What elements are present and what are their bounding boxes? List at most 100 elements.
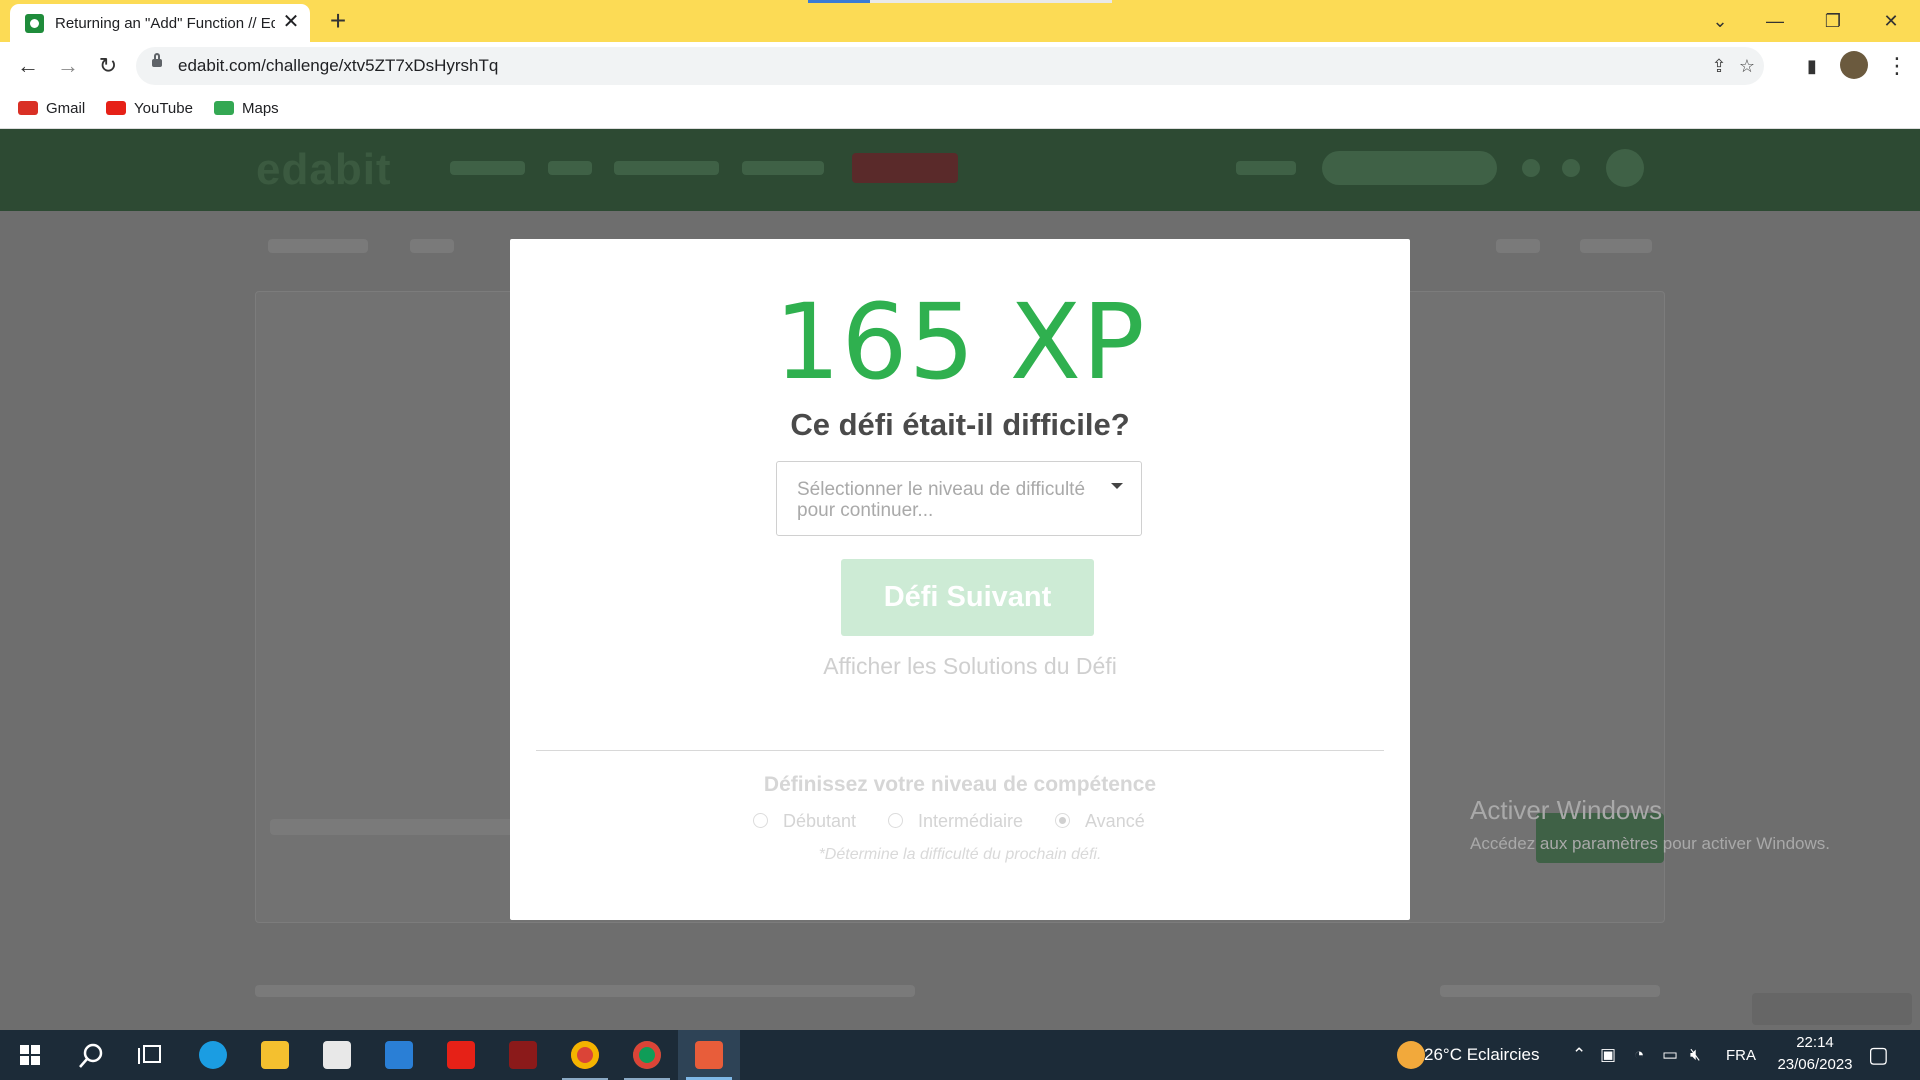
challenge-complete-modal: 165 XP Ce défi était-il difficile? Sélec… bbox=[510, 239, 1410, 920]
bookmark-maps[interactable]: Maps bbox=[214, 96, 279, 122]
bookmark-label: Gmail bbox=[46, 100, 86, 117]
bookmarks-bar: Gmail YouTube Maps bbox=[0, 90, 1920, 129]
url-text[interactable]: edabit.com/challenge/xtv5ZT7xDsHyrshTq bbox=[178, 56, 498, 76]
edge-icon bbox=[199, 1041, 227, 1069]
weather-partly-cloudy-icon bbox=[1397, 1041, 1425, 1069]
new-tab-button[interactable]: + bbox=[323, 6, 353, 36]
youtube-icon bbox=[106, 101, 126, 115]
forward-arrow-icon[interactable]: → bbox=[52, 50, 84, 82]
chrome-icon bbox=[633, 1041, 661, 1069]
footer-placeholder bbox=[1440, 985, 1660, 997]
task-view-button[interactable] bbox=[120, 1030, 182, 1080]
icon-placeholder bbox=[1522, 159, 1540, 177]
taskbar-store[interactable] bbox=[306, 1030, 368, 1080]
avatar-placeholder bbox=[1606, 149, 1644, 187]
bookmark-label: YouTube bbox=[134, 100, 193, 117]
battery-icon[interactable]: ▭ bbox=[1662, 1045, 1678, 1065]
xp-earned: 165 XP bbox=[774, 281, 1146, 403]
taskbar-app[interactable] bbox=[492, 1030, 554, 1080]
next-challenge-button[interactable]: Défi Suivant bbox=[841, 559, 1094, 636]
restore-icon[interactable]: ❐ bbox=[1818, 6, 1848, 36]
windows-taskbar: 26°C Eclaircies ⌃ ▣ ◔ ▭ 🔇︎ FRA 22:14 23/… bbox=[0, 1030, 1920, 1080]
search-icon bbox=[79, 1043, 103, 1068]
language-indicator[interactable]: FRA bbox=[1726, 1047, 1756, 1064]
minimize-icon[interactable]: — bbox=[1760, 6, 1790, 36]
windows-activation-watermark: Activer Windows Accédez aux paramètres p… bbox=[1470, 795, 1830, 854]
start-button[interactable] bbox=[0, 1030, 62, 1080]
lock-icon bbox=[152, 53, 162, 67]
chrome-icon bbox=[571, 1041, 599, 1069]
clock-date[interactable]: 23/06/2023 bbox=[1766, 1056, 1864, 1073]
taskbar-active-app[interactable] bbox=[678, 1030, 740, 1080]
taskbar-chrome[interactable] bbox=[554, 1030, 616, 1080]
profile-avatar[interactable] bbox=[1840, 51, 1868, 79]
footer-placeholder bbox=[1752, 993, 1912, 1025]
footer-placeholder bbox=[255, 985, 915, 997]
folder-icon bbox=[261, 1041, 289, 1069]
nav-placeholder bbox=[614, 161, 719, 175]
app-icon bbox=[509, 1041, 537, 1069]
tab-title: Returning an "Add" Function // Edabit bbox=[55, 15, 275, 32]
back-arrow-icon[interactable]: ← bbox=[12, 50, 44, 82]
maps-icon bbox=[214, 101, 234, 115]
tab-strip-indicator bbox=[808, 0, 1112, 3]
level-label: Débutant bbox=[783, 811, 857, 831]
share-icon[interactable]: ⇪ bbox=[1706, 53, 1732, 79]
nav-placeholder bbox=[742, 161, 824, 175]
task-view-icon bbox=[138, 1045, 161, 1064]
difficulty-select[interactable]: Sélectionner le niveau de difficulté pou… bbox=[776, 461, 1142, 536]
tab-close-icon[interactable]: ✕ bbox=[280, 11, 302, 33]
wifi-icon[interactable]: ◔ bbox=[1634, 1045, 1644, 1065]
mail-icon bbox=[385, 1041, 413, 1069]
clock-time[interactable]: 22:14 bbox=[1772, 1034, 1858, 1051]
tab-placeholder bbox=[410, 239, 454, 253]
notification-center-icon[interactable]: ▢ bbox=[1868, 1042, 1889, 1068]
weather-text[interactable]: 26°C Eclaircies bbox=[1424, 1045, 1539, 1065]
watermark-title: Activer Windows bbox=[1470, 795, 1663, 825]
taskbar-edge[interactable] bbox=[182, 1030, 244, 1080]
browser-tab[interactable]: Returning an "Add" Function // Edabit ✕ bbox=[10, 4, 310, 42]
icon-placeholder bbox=[1562, 159, 1580, 177]
view-solutions-link[interactable]: Afficher les Solutions du Défi bbox=[510, 653, 1430, 680]
bookmark-label: Maps bbox=[242, 100, 279, 117]
tab-placeholder bbox=[1580, 239, 1652, 253]
taskbar-youtube[interactable] bbox=[430, 1030, 492, 1080]
search-placeholder bbox=[1322, 151, 1497, 185]
side-panel-icon[interactable]: ▮ bbox=[1796, 50, 1828, 82]
app-icon bbox=[695, 1041, 723, 1069]
browser-toolbar: ← → ↻ edabit.com/challenge/xtv5ZT7xDsHyr… bbox=[0, 42, 1920, 90]
taskbar-search-button[interactable] bbox=[60, 1030, 122, 1080]
volume-muted-icon[interactable]: 🔇︎ bbox=[1690, 1045, 1701, 1065]
browser-menu-icon[interactable]: ⋮ bbox=[1886, 50, 1908, 82]
radio-button[interactable] bbox=[753, 813, 768, 828]
bookmark-gmail[interactable]: Gmail bbox=[18, 96, 85, 122]
nav-badge-placeholder bbox=[852, 153, 958, 183]
nav-placeholder bbox=[450, 161, 525, 175]
tray-chevron-up-icon[interactable]: ⌃ bbox=[1572, 1045, 1586, 1065]
reload-icon[interactable]: ↻ bbox=[92, 50, 124, 82]
taskbar-mail[interactable] bbox=[368, 1030, 430, 1080]
gmail-icon bbox=[18, 101, 38, 115]
store-icon bbox=[323, 1041, 351, 1069]
level-label: Avancé bbox=[1085, 811, 1145, 831]
radio-button[interactable] bbox=[888, 813, 903, 828]
tab-placeholder bbox=[268, 239, 368, 253]
tray-network-status-icon[interactable]: ▣ bbox=[1600, 1045, 1616, 1065]
windows-logo-icon bbox=[20, 1045, 40, 1065]
bookmark-youtube[interactable]: YouTube bbox=[106, 96, 193, 122]
tab-placeholder bbox=[1496, 239, 1540, 253]
nav-placeholder bbox=[1236, 161, 1296, 175]
window-close-icon[interactable]: ✕ bbox=[1876, 6, 1906, 36]
nav-placeholder bbox=[548, 161, 592, 175]
taskbar-file-explorer[interactable] bbox=[244, 1030, 306, 1080]
address-bar[interactable]: edabit.com/challenge/xtv5ZT7xDsHyrshTq ⇪… bbox=[136, 47, 1764, 85]
radio-button-checked[interactable] bbox=[1055, 813, 1070, 828]
caret-down-icon bbox=[1111, 483, 1123, 489]
difficulty-select-placeholder: Sélectionner le niveau de difficulté pou… bbox=[797, 479, 1086, 521]
footer-link-placeholder bbox=[270, 819, 530, 835]
youtube-icon bbox=[447, 1041, 475, 1069]
bookmark-star-icon[interactable]: ☆ bbox=[1734, 53, 1760, 79]
divider bbox=[536, 750, 1384, 751]
tab-search-chevron-icon[interactable]: ⌄ bbox=[1705, 6, 1735, 36]
taskbar-chrome-2[interactable] bbox=[616, 1030, 678, 1080]
